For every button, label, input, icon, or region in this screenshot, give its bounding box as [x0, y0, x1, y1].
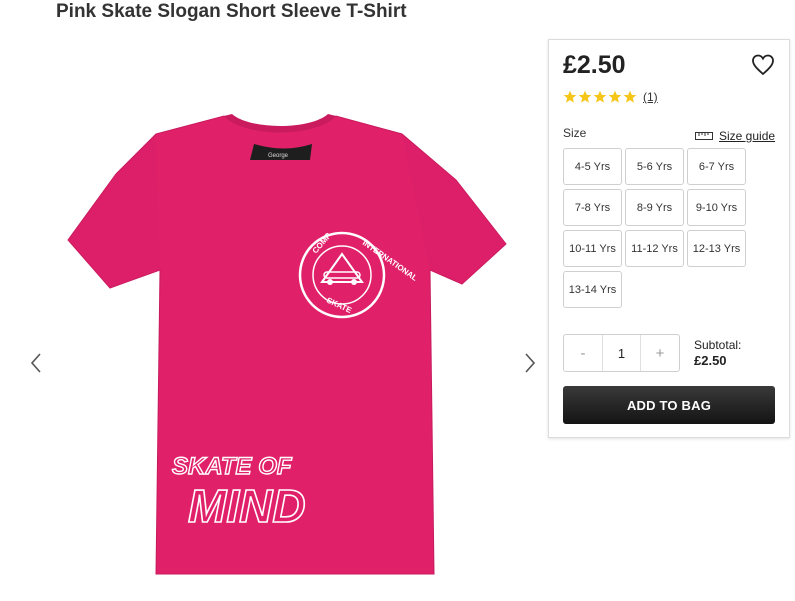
product-image: George INTERNATIONAL COMP SKATE SKATE OF… [67, 114, 507, 575]
review-count-link[interactable]: (1) [643, 90, 658, 104]
subtotal: Subtotal: £2.50 [694, 337, 741, 369]
neck-label-text: George [268, 153, 289, 159]
add-to-bag-button[interactable]: ADD TO BAG [563, 386, 775, 424]
star-icon [563, 90, 577, 103]
increase-quantity-button[interactable]: + [641, 335, 679, 371]
previous-image-button[interactable] [24, 350, 48, 376]
star-rating [563, 90, 637, 104]
size-options: 4-5 Yrs 5-6 Yrs 6-7 Yrs 7-8 Yrs 8-9 Yrs … [563, 148, 753, 308]
quantity-stepper: - 1 + [563, 334, 680, 372]
price: £2.50 [563, 51, 626, 79]
subtotal-value: £2.50 [694, 353, 727, 368]
product-title: Pink Skate Slogan Short Sleeve T-Shirt [56, 1, 407, 22]
heart-icon [752, 54, 774, 76]
size-guide-label: Size guide [719, 129, 776, 143]
size-option[interactable]: 11-12 Yrs [625, 230, 684, 267]
size-label: Size [563, 126, 587, 140]
size-option[interactable]: 13-14 Yrs [563, 271, 622, 308]
purchase-panel: £2.50 (1) Size Size guide 4-5 Yrs 5-6 Yr… [548, 39, 790, 438]
size-option[interactable]: 6-7 Yrs [687, 148, 746, 185]
star-icon [608, 90, 622, 103]
star-icon [578, 90, 592, 103]
slogan-top: SKATE OF [172, 453, 293, 480]
size-option[interactable]: 10-11 Yrs [563, 230, 622, 267]
size-option[interactable]: 9-10 Yrs [687, 189, 746, 226]
size-option[interactable]: 8-9 Yrs [625, 189, 684, 226]
subtotal-label: Subtotal: [694, 338, 742, 352]
size-option[interactable]: 5-6 Yrs [625, 148, 684, 185]
decrease-quantity-button[interactable]: - [564, 335, 602, 371]
chevron-right-icon [525, 353, 536, 373]
size-option[interactable]: 7-8 Yrs [563, 189, 622, 226]
next-image-button[interactable] [518, 350, 542, 376]
chevron-left-icon [30, 353, 41, 373]
quantity-value[interactable]: 1 [602, 335, 641, 371]
slogan-bottom: MIND [188, 480, 306, 532]
size-option[interactable]: 4-5 Yrs [563, 148, 622, 185]
product-gallery: George INTERNATIONAL COMP SKATE SKATE OF… [20, 60, 545, 580]
star-icon [623, 90, 637, 103]
size-option[interactable]: 12-13 Yrs [687, 230, 746, 267]
rating: (1) [563, 90, 658, 104]
star-icon [593, 90, 607, 103]
size-guide-link[interactable]: Size guide [695, 129, 775, 143]
wishlist-button[interactable] [751, 54, 775, 76]
ruler-icon [695, 132, 713, 140]
